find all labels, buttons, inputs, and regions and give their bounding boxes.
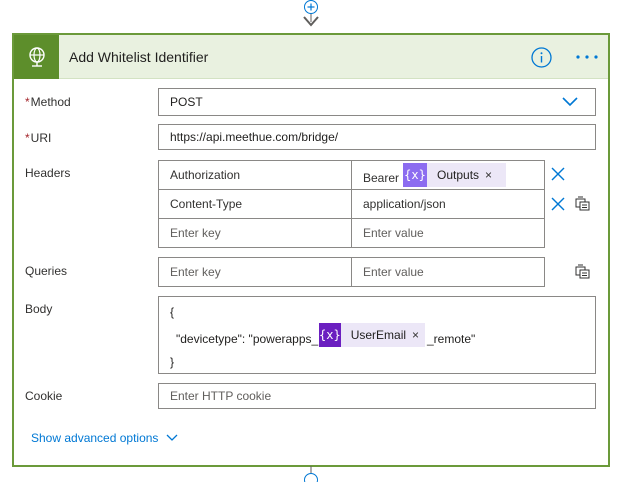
header-key-placeholder: Enter key — [170, 226, 221, 240]
token-label: Outputs — [437, 168, 480, 182]
expression-icon: {x} — [403, 163, 427, 187]
body-line: _remote" — [427, 332, 476, 346]
globe-icon — [28, 46, 45, 67]
cookie-placeholder: Enter HTTP cookie — [170, 389, 272, 403]
remove-token-icon[interactable]: × — [412, 328, 427, 342]
token-label: UserEmail — [350, 328, 407, 342]
required-asterisk: * — [25, 131, 30, 145]
chevron-down-icon — [562, 97, 578, 107]
header-key-input-empty[interactable]: Enter key — [158, 218, 352, 248]
body-label: Body — [25, 302, 53, 316]
dynamic-content-token[interactable]: {x} Outputs × — [403, 163, 506, 187]
query-value-placeholder: Enter value — [363, 265, 424, 279]
required-asterisk: * — [25, 95, 30, 109]
header-key-text: Content-Type — [170, 197, 243, 211]
remove-token-icon[interactable]: × — [485, 168, 500, 182]
query-key-placeholder: Enter key — [170, 265, 221, 279]
method-label: *Method — [25, 95, 71, 109]
uri-value: https://api.meethue.com/bridge/ — [170, 130, 339, 144]
header-value-input[interactable]: application/json — [351, 189, 545, 219]
uri-input[interactable]: https://api.meethue.com/bridge/ — [158, 124, 596, 150]
body-line: "devicetype": "powerapps_ — [176, 332, 319, 346]
headers-label: Headers — [25, 166, 71, 180]
header-key-input[interactable]: Authorization — [158, 160, 352, 190]
method-value: POST — [170, 95, 203, 109]
switch-to-text-mode-icon[interactable] — [575, 196, 591, 212]
cookie-input[interactable]: Enter HTTP cookie — [158, 383, 596, 409]
query-value-input[interactable]: Enter value — [351, 257, 545, 287]
body-line: } — [170, 355, 175, 369]
body-line: { — [170, 305, 175, 319]
action-icon-box — [14, 34, 59, 79]
action-card-header[interactable]: Add Whitelist Identifier — [14, 34, 608, 79]
chevron-down-icon — [166, 434, 178, 441]
header-key-text: Authorization — [170, 168, 241, 182]
show-advanced-options-link[interactable]: Show advanced options — [31, 431, 178, 445]
uri-label-text: URI — [30, 131, 52, 145]
action-title: Add Whitelist Identifier — [69, 48, 209, 65]
method-select[interactable]: POST — [158, 88, 596, 116]
info-icon[interactable] — [531, 47, 552, 68]
advanced-label: Show advanced options — [31, 431, 159, 445]
method-label-text: Method — [30, 95, 71, 109]
header-value-placeholder: Enter value — [363, 226, 424, 240]
header-key-input[interactable]: Content-Type — [158, 189, 352, 219]
uri-label: *URI — [25, 131, 51, 145]
action-card: Add Whitelist Identifier *Method POST *U… — [12, 33, 610, 467]
dynamic-content-token[interactable]: {x} UserEmail × — [319, 323, 425, 347]
switch-to-text-mode-icon[interactable] — [575, 264, 591, 280]
more-options-icon[interactable] — [575, 49, 599, 65]
variable-icon: {x} — [319, 323, 341, 347]
delete-row-icon[interactable] — [551, 197, 565, 211]
cookie-label: Cookie — [25, 389, 63, 403]
queries-label: Queries — [25, 264, 68, 278]
query-key-input[interactable]: Enter key — [158, 257, 352, 287]
header-value-text: Bearer — [363, 171, 400, 185]
header-value-input-empty[interactable]: Enter value — [351, 218, 545, 248]
add-step-connector-bottom[interactable] — [302, 466, 320, 482]
header-value-text: application/json — [363, 197, 446, 211]
add-step-connector-top[interactable] — [302, 0, 320, 30]
delete-row-icon[interactable] — [551, 167, 565, 181]
